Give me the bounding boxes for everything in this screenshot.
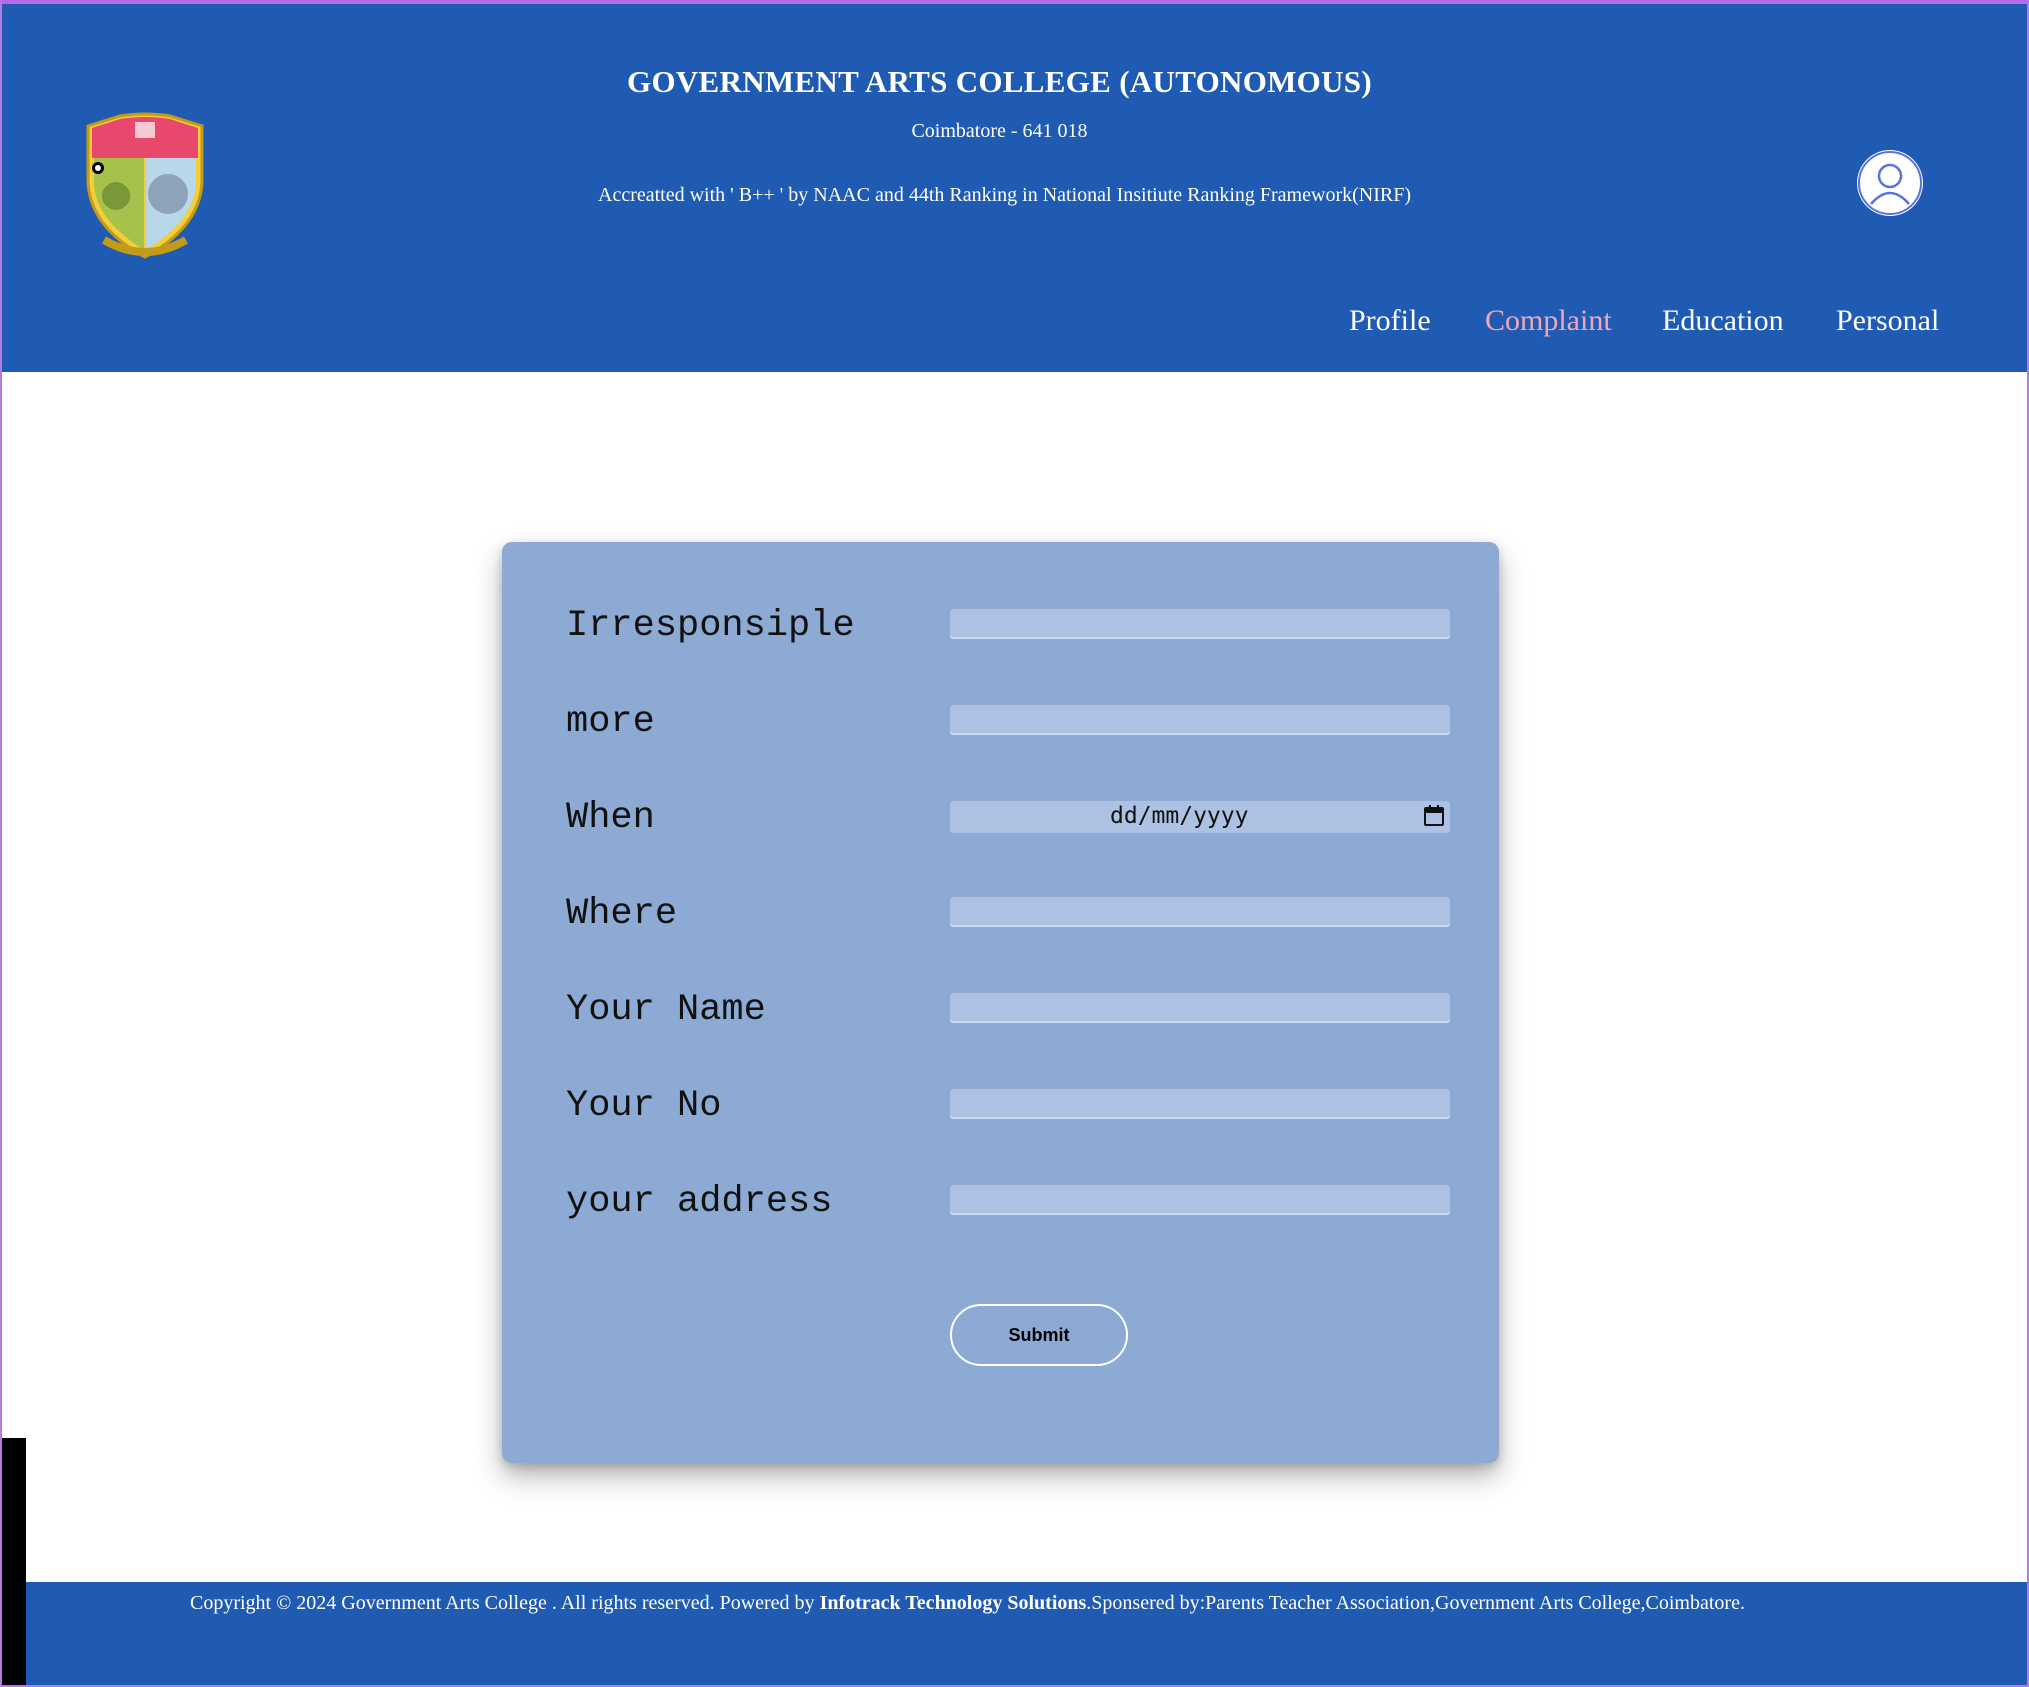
irresponsible-label: Irresponsiple bbox=[566, 605, 855, 647]
number-label: Your No bbox=[566, 1085, 722, 1127]
irresponsible-input[interactable] bbox=[950, 609, 1450, 639]
footer-suffix: .Sponsered by:Parents Teacher Associatio… bbox=[1086, 1592, 1745, 1614]
address-input[interactable] bbox=[950, 1185, 1450, 1215]
complaint-form: Irresponsiple more When dd/mm/yyyy Where… bbox=[502, 542, 1499, 1463]
form-row-address: your address bbox=[502, 1181, 1499, 1241]
form-row-irresponsible: Irresponsiple bbox=[502, 605, 1499, 665]
form-row-name: Your Name bbox=[502, 989, 1499, 1049]
address-label: your address bbox=[566, 1181, 833, 1223]
when-label: When bbox=[566, 797, 655, 839]
footer-prefix: Copyright © 2024 Government Arts College… bbox=[190, 1592, 820, 1614]
nav-personal[interactable]: Personal bbox=[1836, 304, 1939, 338]
where-label: Where bbox=[566, 893, 678, 935]
accreditation-text: Accreatted with ' B++ ' by NAAC and 44th… bbox=[598, 184, 1411, 206]
name-input[interactable] bbox=[950, 993, 1450, 1023]
date-placeholder: dd/mm/yyyy bbox=[1110, 803, 1249, 829]
form-row-where: Where bbox=[502, 893, 1499, 953]
where-input[interactable] bbox=[950, 897, 1450, 927]
more-input[interactable] bbox=[950, 705, 1450, 735]
nav-profile[interactable]: Profile bbox=[1349, 304, 1431, 338]
nav-complaint[interactable]: Complaint bbox=[1485, 304, 1612, 338]
user-avatar-icon[interactable] bbox=[1857, 150, 1923, 216]
site-header: GOVERNMENT ARTS COLLEGE (AUTONOMOUS) Coi… bbox=[0, 0, 2029, 372]
college-location: Coimbatore - 641 018 bbox=[911, 120, 1088, 142]
page-title: GOVERNMENT ARTS COLLEGE (AUTONOMOUS) bbox=[627, 64, 1372, 99]
left-edge-bar bbox=[0, 1438, 26, 1687]
number-input[interactable] bbox=[950, 1089, 1450, 1119]
calendar-icon[interactable] bbox=[1422, 804, 1446, 828]
footer-copyright: Copyright © 2024 Government Arts College… bbox=[190, 1592, 1745, 1615]
more-label: more bbox=[566, 701, 655, 743]
submit-button[interactable]: Submit bbox=[950, 1304, 1128, 1366]
form-row-number: Your No bbox=[502, 1085, 1499, 1145]
when-date-input[interactable]: dd/mm/yyyy bbox=[950, 801, 1450, 833]
footer-company-link[interactable]: Infotrack Technology Solutions bbox=[820, 1592, 1087, 1614]
nav-education[interactable]: Education bbox=[1662, 304, 1784, 338]
name-label: Your Name bbox=[566, 989, 766, 1031]
site-footer: Copyright © 2024 Government Arts College… bbox=[26, 1582, 2029, 1687]
form-row-when: When dd/mm/yyyy bbox=[502, 797, 1499, 857]
form-row-more: more bbox=[502, 701, 1499, 761]
